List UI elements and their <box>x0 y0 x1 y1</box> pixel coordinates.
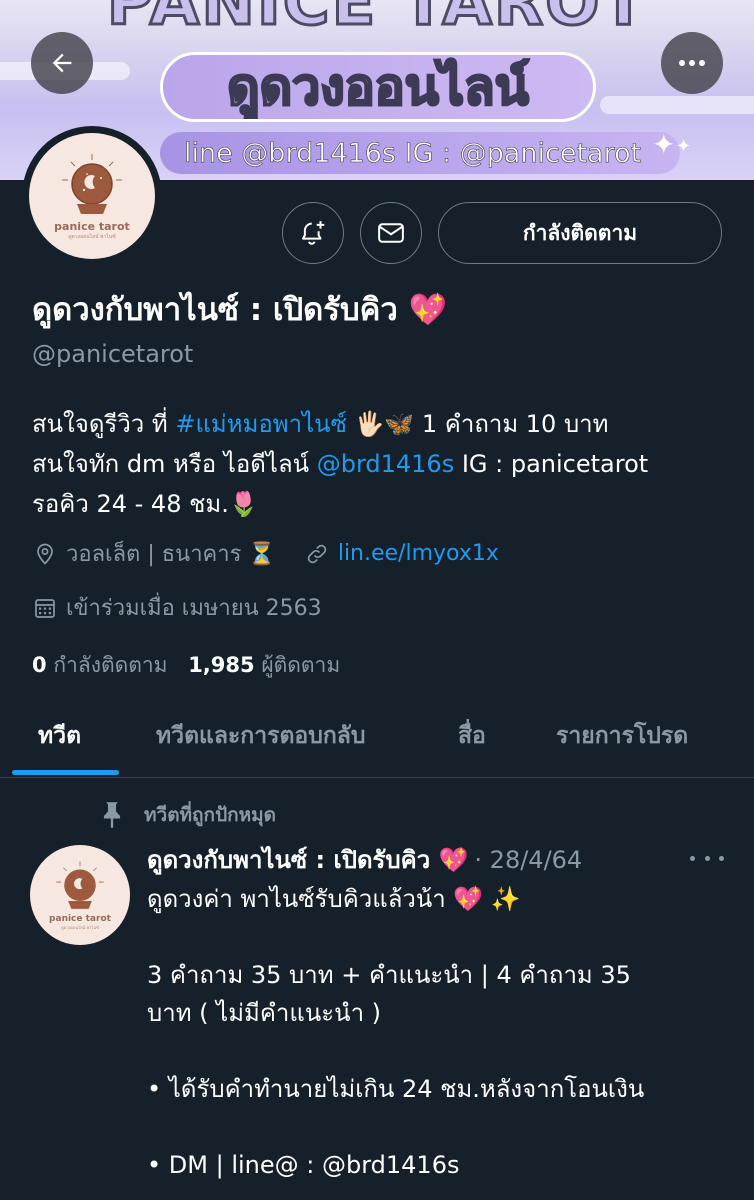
active-tab-indicator <box>12 770 119 775</box>
tweet-line: • ได้รับคำทำนายไม่เกิน 24 ชม.หลังจากโอนเ… <box>147 1075 645 1103</box>
pin-icon <box>103 802 121 828</box>
website-link[interactable]: lin.ee/lmyox1x <box>338 541 499 566</box>
location-text: วอลเล็ต | ธนาคาร ⏳ <box>66 542 276 567</box>
more-icon-dot <box>719 855 724 861</box>
more-icon-dot <box>690 855 695 861</box>
bio-text: สนใจดูรีวิว ที่ <box>32 410 176 438</box>
tweet-line: • DM | line@ : @brd1416s <box>147 1151 460 1179</box>
following-label: กำลังติดตาม <box>53 653 168 677</box>
back-button[interactable] <box>31 32 93 94</box>
bio-line: สนใจดูรีวิว ที่ #แม่หมอพาไนซ์ 🖐🏻🦋 1 คำถา… <box>32 404 732 444</box>
notifications-button[interactable] <box>282 202 344 264</box>
following-count: 0 <box>32 653 47 677</box>
following-button[interactable]: กำลังติดตาม <box>438 202 722 264</box>
sparkle-icon: ✦ <box>652 128 676 161</box>
link-icon <box>304 541 330 567</box>
followers-count: 1,985 <box>188 653 255 677</box>
tweet-author-name[interactable]: ดูดวงกับพาไนซ์ : เปิดรับคิว 💖 <box>147 840 468 879</box>
following-stat[interactable]: 0 กำลังติดตาม <box>32 653 168 677</box>
followers-label: ผู้ติดตาม <box>261 653 341 677</box>
pinned-indicator: ทวีตที่ถูกปักหมุด <box>98 800 276 830</box>
mail-icon <box>378 223 404 243</box>
follow-stats: 0 กำลังติดตาม 1,985 ผู้ติดตาม <box>32 649 340 682</box>
tweet-line: ดูดวงค่า พาไนซ์รับคิวแล้วน้า 💖 ✨ <box>147 885 521 913</box>
profile-meta-row: วอลเล็ต | ธนาคาร ⏳ lin.ee/lmyox1x <box>32 536 499 571</box>
bio-mention-link[interactable]: @brd1416s <box>317 450 455 478</box>
calendar-icon <box>32 595 58 621</box>
banner-contact: line @brd1416s IG : @panicetarot <box>160 132 680 174</box>
tweet-header: ดูดวงกับพาไนซ์ : เปิดรับคิว 💖 · 28/4/64 <box>147 840 582 879</box>
bell-plus-icon <box>302 221 325 245</box>
profile-display-name: ดูดวงกับพาไนซ์ : เปิดรับคิว 💖 <box>32 292 448 328</box>
bio-hashtag-link[interactable]: #แม่หมอพาไนซ์ <box>175 410 347 438</box>
tab-tweets-and-replies[interactable]: ทวีตและการตอบกลับ <box>156 696 365 776</box>
profile-tabs: ทวีต ทวีตและการตอบกลับ สื่อ รายการโปรด <box>0 696 754 778</box>
profile-location: วอลเล็ต | ธนาคาร ⏳ <box>32 536 276 571</box>
banner-stripe <box>600 96 754 114</box>
profile-bio: สนใจดูรีวิว ที่ #แม่หมอพาไนซ์ 🖐🏻🦋 1 คำถา… <box>32 404 732 524</box>
tab-likes[interactable]: รายการโปรด <box>556 696 688 776</box>
bio-text: IG : panicetarot <box>454 450 649 478</box>
avatar-image: panice tarot ดูดวงออนไลน์ พาไนซ์ <box>29 133 155 259</box>
joined-text: เข้าร่วมเมื่อ เมษายน 2563 <box>66 596 322 621</box>
bio-line: สนใจทัก dm หรือ ไอดีไลน์ @brd1416s IG : … <box>32 444 732 484</box>
tweet-date[interactable]: · 28/4/64 <box>474 846 582 874</box>
avatar-brand-text: panice tarot <box>49 913 111 924</box>
tweet-line <box>147 1108 727 1146</box>
tweet-more-button[interactable] <box>690 848 724 868</box>
location-icon <box>32 541 58 567</box>
tweet-line: บาท ( ไม่มีคำแนะนำ ) <box>147 999 382 1027</box>
avatar-sub-text: ดูดวงออนไลน์ พาไนซ์ <box>68 233 116 240</box>
profile-joined-row: เข้าร่วมเมื่อ เมษายน 2563 <box>32 590 322 625</box>
message-button[interactable] <box>360 202 422 264</box>
more-icon-dot <box>704 855 710 861</box>
profile-handle: @panicetarot <box>32 340 194 368</box>
pinned-label: ทวีตที่ถูกปักหมุด <box>144 804 277 826</box>
bio-text: สนใจทัก dm หรือ ไอดีไลน์ <box>32 450 317 478</box>
banner-title: PANICE TAROT <box>105 0 648 42</box>
more-icon <box>679 60 705 66</box>
crystal-ball-icon <box>62 153 122 214</box>
banner-pill: ดูดวงออนไลน์ <box>160 52 596 122</box>
bio-line: รอคิว 24 - 48 ชม.🌷 <box>32 490 259 518</box>
tweet-body: ดูดวงค่า พาไนซ์รับคิวแล้วน้า 💖 ✨ 3 คำถาม… <box>147 880 727 1184</box>
back-arrow-icon <box>52 53 72 73</box>
tab-media[interactable]: สื่อ <box>458 696 486 776</box>
sparkle-icon: ✦ <box>676 136 692 157</box>
avatar-sub-text: ดูดวงออนไลน์ พาไนซ์ <box>61 924 99 930</box>
tweet-author-avatar[interactable]: panice tarot ดูดวงออนไลน์ พาไนซ์ <box>30 845 130 945</box>
crystal-ball-icon <box>56 861 104 909</box>
banner-pill-text: ดูดวงออนไลน์ <box>226 56 530 117</box>
more-options-button[interactable] <box>661 32 723 94</box>
followers-stat[interactable]: 1,985 ผู้ติดตาม <box>188 653 340 677</box>
tweet-line <box>147 918 727 956</box>
tweet-line: 3 คำถาม 35 บาท + คำแนะนำ | 4 คำถาม 35 <box>147 961 631 989</box>
avatar-brand-text: panice tarot <box>54 219 130 233</box>
tweet-line <box>147 1032 727 1070</box>
bio-text: 🖐🏻🦋 1 คำถาม 10 บาท <box>346 410 609 438</box>
profile-website[interactable]: lin.ee/lmyox1x <box>304 541 499 567</box>
tab-tweets[interactable]: ทวีต <box>38 696 81 776</box>
profile-avatar[interactable]: panice tarot ดูดวงออนไลน์ พาไนซ์ <box>22 126 162 266</box>
